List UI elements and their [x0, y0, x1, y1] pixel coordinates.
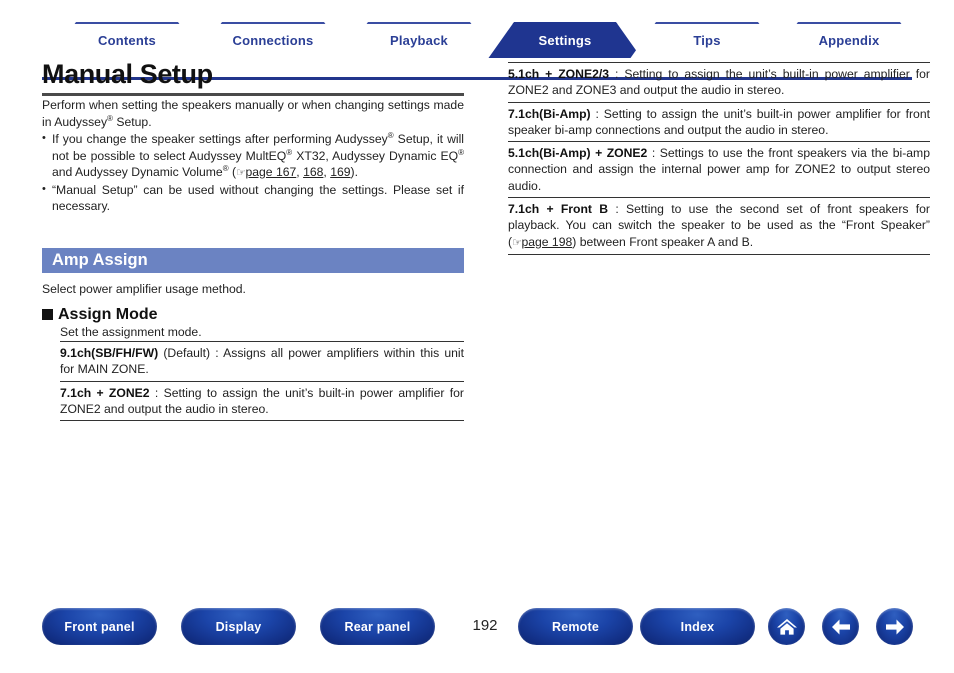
assign-mode-separator: : — [590, 106, 604, 121]
assign-mode-row: 5.1ch(Bi-Amp) + ZONE2 : Settings to use … — [508, 142, 930, 199]
registered-mark: ® — [458, 147, 464, 157]
page-ref-label: page 167 — [245, 165, 297, 179]
assign-mode-term: 5.1ch + ZONE2/3 — [508, 67, 610, 81]
subsection-assign-mode: Assign Mode Set the assignment mode. 9.1… — [42, 305, 464, 422]
footer-navigation-bar: Front panel Display Rear panel 192 Remot… — [0, 608, 954, 650]
rear-panel-button[interactable]: Rear panel — [320, 608, 435, 645]
assign-mode-row: 7.1ch + ZONE2 : Setting to assign the un… — [60, 382, 464, 422]
tab-label: Playback — [390, 32, 448, 48]
bullet1-post2: and Audyssey Dynamic Volume — [52, 165, 223, 179]
display-button[interactable]: Display — [181, 608, 296, 645]
tab-settings[interactable]: Settings — [488, 22, 642, 58]
assign-mode-list-right: 5.1ch + ZONE2/3 : Setting to assign the … — [508, 62, 930, 255]
back-arrow-icon — [830, 618, 852, 636]
home-icon — [776, 617, 798, 637]
section-intro-text: Select power amplifier usage method. — [42, 282, 246, 296]
intro-paragraph: Perform when setting the speakers manual… — [42, 97, 464, 130]
page-ref-label: page 198 — [521, 234, 573, 249]
top-tab-bar: Contents Connections Playback Settings T… — [0, 22, 954, 80]
assign-mode-list-left: 9.1ch(SB/FH/FW) (Default) : Assigns all … — [60, 341, 464, 422]
button-label: Rear panel — [344, 619, 411, 634]
subsection-heading: Assign Mode — [42, 305, 464, 324]
back-button[interactable] — [822, 608, 859, 645]
page-title: Manual Setup — [42, 59, 213, 89]
black-square-bullet-icon — [42, 309, 53, 320]
home-button[interactable] — [768, 608, 805, 645]
registered-mark: ® — [222, 163, 229, 173]
assign-mode-row: 9.1ch(SB/FH/FW) (Default) : Assigns all … — [60, 342, 464, 382]
intro-text-post: Setup. — [112, 114, 152, 129]
subsection-heading-label: Assign Mode — [58, 306, 158, 323]
assign-mode-separator: : — [149, 385, 164, 400]
assign-mode-row: 7.1ch(Bi-Amp) : Setting to assign the un… — [508, 103, 930, 143]
right-column: 5.1ch + ZONE2/3 : Setting to assign the … — [508, 62, 930, 255]
assign-mode-separator: : — [647, 146, 660, 161]
bullet1-pre: If you change the speaker settings after… — [52, 132, 388, 146]
tab-label: Settings — [538, 32, 592, 48]
assign-mode-body-post: ) between Front speaker A and B. — [572, 234, 754, 249]
assign-mode-separator: : — [608, 202, 627, 217]
section-header-label: Amp Assign — [52, 251, 148, 269]
button-label: Remote — [551, 619, 600, 634]
tab-label: Connections — [232, 32, 314, 48]
page-reference-167[interactable]: ☞page 167 — [236, 165, 296, 179]
index-button[interactable]: Index — [640, 608, 755, 645]
assign-mode-separator: : — [609, 67, 625, 81]
button-label: Index — [680, 619, 715, 634]
button-label: Front panel — [64, 619, 135, 634]
intro-bullet-list: If you change the speaker settings after… — [42, 130, 464, 215]
intro-text-pre: Perform when setting the speakers manual… — [42, 98, 464, 129]
intro-bullet-2: “Manual Setup” can be used without chang… — [42, 181, 464, 215]
page-reference-198[interactable]: ☞page 198 — [512, 235, 572, 249]
tab-playback[interactable]: Playback — [342, 22, 496, 58]
assign-mode-row: 5.1ch + ZONE2/3 : Setting to assign the … — [508, 63, 930, 103]
tab-tips[interactable]: Tips — [630, 22, 784, 58]
intro-bullet-1: If you change the speaker settings after… — [42, 130, 464, 182]
forward-button[interactable] — [876, 608, 913, 645]
assign-mode-term: 9.1ch(SB/FH/FW) — [60, 346, 159, 360]
assign-mode-term: 5.1ch(Bi-Amp) + ZONE2 — [508, 146, 648, 161]
assign-mode-term: 7.1ch + Front B — [508, 202, 609, 217]
title-underline-rule — [42, 93, 464, 96]
subsection-description: Set the assignment mode. — [60, 325, 202, 339]
page-reference-168[interactable]: 168 — [303, 165, 323, 179]
assign-mode-qualifier: (Default) — [158, 346, 211, 360]
tab-contents[interactable]: Contents — [50, 22, 204, 58]
assign-mode-separator: : — [210, 346, 224, 360]
assign-mode-term: 7.1ch(Bi-Amp) — [508, 106, 591, 121]
tab-label: Appendix — [818, 32, 880, 48]
assign-mode-term: 7.1ch + ZONE2 — [60, 385, 150, 400]
tab-connections[interactable]: Connections — [196, 22, 350, 58]
tab-appendix[interactable]: Appendix — [772, 22, 926, 58]
front-panel-button[interactable]: Front panel — [42, 608, 157, 645]
left-column: Perform when setting the speakers manual… — [42, 97, 464, 215]
forward-arrow-icon — [884, 618, 906, 636]
bullet1-post: XT32, Audyssey Dynamic EQ — [292, 148, 459, 163]
button-label: Display — [215, 619, 262, 634]
remote-button[interactable]: Remote — [518, 608, 633, 645]
page-number: 192 — [472, 617, 498, 634]
section-header-amp-assign: Amp Assign — [42, 248, 464, 273]
assign-mode-row: 7.1ch + Front B : Setting to use the sec… — [508, 198, 930, 255]
tab-label: Tips — [693, 32, 721, 48]
page-reference-169[interactable]: 169 — [330, 165, 350, 179]
tab-label: Contents — [98, 32, 156, 48]
